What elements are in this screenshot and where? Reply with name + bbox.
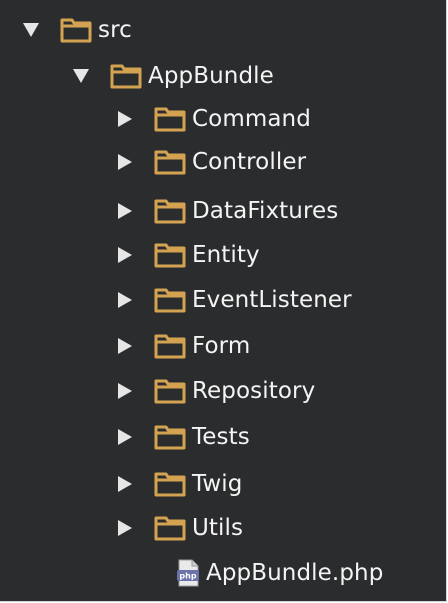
tree-item-label: src: [98, 16, 132, 43]
folder-icon: [154, 243, 186, 268]
folder-icon: [154, 379, 186, 404]
tree-item-label: Entity: [192, 241, 260, 268]
folder-icon: [154, 150, 186, 175]
collapsed-arrow-icon[interactable]: [112, 242, 138, 268]
folder-icon: [154, 288, 186, 313]
tree-item-twig[interactable]: Twig: [112, 464, 242, 504]
tree-item-label: Utils: [192, 514, 244, 541]
tree-item-src[interactable]: src: [18, 10, 132, 50]
tree-item-label: AppBundle.php: [206, 559, 384, 586]
tree-item-label: Form: [192, 332, 251, 359]
tree-item-label: Tests: [192, 423, 250, 450]
collapsed-arrow-icon[interactable]: [112, 471, 138, 497]
folder-icon: [154, 425, 186, 450]
tree-item-label: DataFixtures: [192, 197, 339, 224]
folder-icon: [110, 64, 142, 89]
collapsed-arrow-icon[interactable]: [112, 287, 138, 313]
tree-item-controller[interactable]: Controller: [112, 142, 306, 182]
tree-item-label: Controller: [192, 148, 307, 175]
folder-icon: [154, 472, 186, 497]
tree-item-repository[interactable]: Repository: [112, 371, 315, 411]
expanded-arrow-icon[interactable]: [68, 63, 94, 89]
collapsed-arrow-icon[interactable]: [112, 378, 138, 404]
tree-item-label: Twig: [192, 470, 243, 497]
tree-item-datafixtures[interactable]: DataFixtures: [112, 191, 338, 231]
collapsed-arrow-icon[interactable]: [112, 424, 138, 450]
php-badge-text: php: [179, 572, 196, 581]
collapsed-arrow-icon[interactable]: [112, 515, 138, 541]
collapsed-arrow-icon[interactable]: [112, 106, 138, 132]
tree-item-tests[interactable]: Tests: [112, 417, 250, 457]
expanded-arrow-icon[interactable]: [18, 17, 44, 43]
tree-item-form[interactable]: Form: [112, 326, 250, 366]
folder-icon: [60, 18, 92, 43]
folder-icon: [154, 107, 186, 132]
collapsed-arrow-icon[interactable]: [112, 333, 138, 359]
tree-item-command[interactable]: Command: [112, 99, 311, 139]
tree-item-utils[interactable]: Utils: [112, 508, 243, 548]
tree-item-appbundle[interactable]: AppBundle: [68, 56, 274, 96]
folder-icon: [154, 199, 186, 224]
tree-item-label: EventListener: [192, 286, 352, 313]
tree-item-label: Repository: [192, 377, 316, 404]
folder-icon: [154, 334, 186, 359]
tree-item-appbundle-php[interactable]: php AppBundle.php: [176, 553, 383, 593]
collapsed-arrow-icon[interactable]: [112, 198, 138, 224]
tree-item-label: Command: [192, 105, 311, 132]
tree-item-entity[interactable]: Entity: [112, 235, 260, 275]
folder-icon: [154, 516, 186, 541]
file-tree-panel: src AppBundle Command Controller DataFix…: [0, 0, 447, 602]
php-file-icon: php: [177, 559, 199, 587]
tree-item-eventlistener[interactable]: EventListener: [112, 280, 352, 320]
tree-item-label: AppBundle: [148, 62, 274, 89]
collapsed-arrow-icon[interactable]: [112, 149, 138, 175]
